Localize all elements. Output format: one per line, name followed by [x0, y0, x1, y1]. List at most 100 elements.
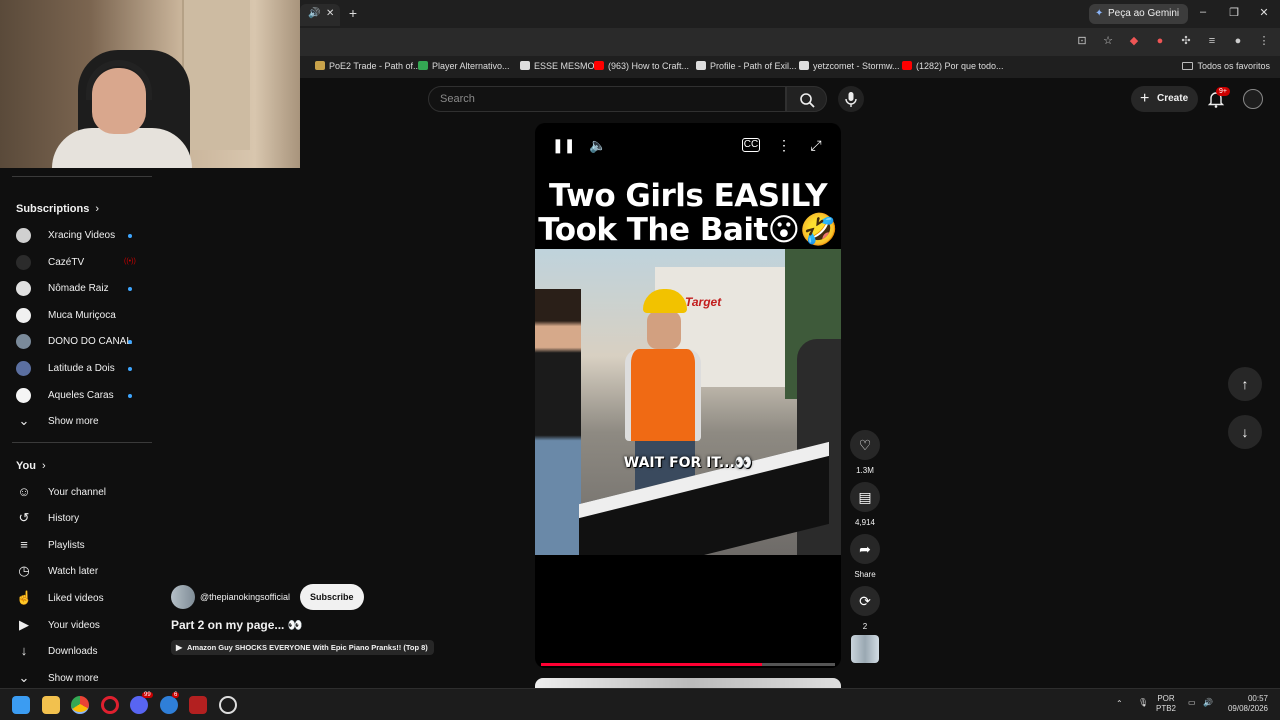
notifications-button[interactable]: 9+ — [1206, 87, 1230, 109]
tab-close-icon[interactable]: ✕ — [326, 8, 334, 19]
edge-icon[interactable] — [160, 696, 178, 714]
channel-avatar[interactable] — [171, 585, 195, 609]
extension-icon[interactable]: ● — [1154, 35, 1166, 47]
extension-icon[interactable]: ◆ — [1128, 35, 1140, 47]
show-more-subscriptions[interactable]: ⌄ Show more — [0, 408, 155, 434]
share-label: Share — [854, 570, 876, 579]
sidebar-item-your-videos[interactable]: ▶ Your videos — [0, 612, 155, 638]
like-button[interactable]: ♡ 1.3M — [849, 430, 881, 475]
subscription-label: Nômade Raiz — [48, 283, 109, 294]
volume-icon[interactable]: 🔊 — [1203, 698, 1213, 708]
subscriptions-title: Subscriptions — [16, 203, 90, 215]
bookmark-favicon — [418, 61, 428, 70]
subscription-label: CazéTV — [48, 257, 85, 268]
language-indicator[interactable]: POR PTB2 — [1156, 694, 1176, 714]
sidebar-item-playlists[interactable]: ≡ Playlists — [0, 532, 155, 558]
you-heading[interactable]: You › — [16, 460, 46, 472]
bookmark-item[interactable]: Player Alternativo... — [418, 61, 510, 71]
app-icon[interactable] — [219, 696, 237, 714]
sound-thumbnail[interactable] — [851, 635, 879, 663]
extensions-puzzle-icon[interactable]: ✣ — [1180, 35, 1192, 47]
subscription-item[interactable]: CazéTV ((•)) — [0, 249, 155, 275]
bookmark-favicon — [520, 61, 530, 70]
microphone-icon[interactable]: 🎙 — [1138, 698, 1148, 708]
bookmark-favicon — [799, 61, 809, 70]
media-controls-icon[interactable]: ≡ — [1206, 35, 1218, 47]
fullscreen-icon[interactable]: ⤢ — [806, 135, 826, 155]
search-button[interactable] — [786, 86, 827, 112]
chevron-down-icon: ⌄ — [18, 413, 30, 428]
clock[interactable]: 00:57 09/08/2026 — [1222, 694, 1268, 714]
ask-gemini-button[interactable]: ✦ Peça ao Gemini — [1089, 4, 1189, 24]
sidebar-item-label: History — [48, 513, 80, 524]
discord-icon[interactable] — [130, 696, 148, 714]
new-tab-button[interactable]: + — [346, 5, 360, 21]
bookmark-item[interactable]: Profile - Path of Exil... — [696, 61, 797, 71]
all-favorites-button[interactable]: Todos os favoritos — [1182, 61, 1270, 71]
bookmark-item[interactable]: (963) How to Craft... — [594, 61, 689, 71]
subscription-item[interactable]: Muca Muriçoca — [0, 302, 155, 328]
share-button[interactable]: ➦ Share — [849, 534, 881, 579]
minimize-button[interactable]: – — [1196, 6, 1210, 18]
progress-bar[interactable] — [541, 663, 835, 666]
pause-icon[interactable]: ❚❚ — [552, 135, 575, 155]
bookmark-star-icon[interactable]: ☆ — [1102, 35, 1114, 47]
subscription-item[interactable]: Nômade Raiz — [0, 275, 155, 301]
browser-menu-icon[interactable]: ⋮ — [1258, 35, 1270, 47]
remix-button[interactable]: ⟳ 2 — [849, 586, 881, 631]
next-short-button[interactable]: ↓ — [1228, 415, 1262, 449]
thumbs-up-icon: ☝ — [16, 590, 33, 605]
browser-tab-active[interactable]: 🔊 ✕ — [300, 4, 340, 26]
install-app-icon[interactable]: ⊡ — [1076, 35, 1088, 47]
bookmark-item[interactable]: (1282) Por que todo... — [902, 61, 1004, 71]
voice-search-button[interactable] — [838, 86, 864, 112]
heart-icon: ♡ — [850, 430, 880, 460]
close-window-button[interactable]: ✕ — [1257, 6, 1271, 19]
chevron-up-icon[interactable]: ⌃ — [1116, 699, 1123, 709]
create-button[interactable]: + Create — [1131, 86, 1199, 112]
chrome-icon[interactable] — [71, 696, 89, 714]
account-avatar[interactable] — [1243, 89, 1263, 109]
video-hardhat — [643, 289, 687, 313]
opera-icon[interactable] — [101, 696, 119, 714]
file-explorer-icon[interactable] — [42, 696, 60, 714]
shorts-player[interactable]: ❚❚ 🔈 CC ⋮ ⤢ Two Girls EASILY Took The Ba… — [535, 123, 841, 668]
sidebar-item-your-channel[interactable]: ☺ Your channel — [0, 479, 155, 505]
search-input[interactable]: Search — [428, 86, 786, 112]
next-short-preview[interactable] — [535, 678, 841, 688]
subscription-item[interactable]: Aqueles Caras — [0, 382, 155, 408]
subscription-label: Muca Muriçoca — [48, 310, 116, 321]
bookmark-item[interactable]: ESSE MESMO — [520, 61, 595, 71]
windows-start-icon[interactable] — [12, 696, 30, 714]
video-worker-vest — [625, 349, 701, 441]
subscription-item[interactable]: Latitude a Dois — [0, 355, 155, 381]
channel-name[interactable]: @thepianokingsofficial — [200, 592, 290, 602]
ask-gemini-label: Peça ao Gemini — [1108, 8, 1180, 19]
profile-icon[interactable]: ● — [1232, 35, 1244, 47]
subscriptions-heading[interactable]: Subscriptions › — [16, 203, 99, 215]
sidebar-item-liked-videos[interactable]: ☝ Liked videos — [0, 585, 155, 611]
sidebar: Subscriptions › Xracing Videos CazéTV ((•)… — [0, 168, 155, 688]
previous-short-button[interactable]: ↑ — [1228, 367, 1262, 401]
bookmark-item[interactable]: PoE2 Trade - Path of... — [315, 61, 421, 71]
subscription-item[interactable]: DONO DO CANAL — [0, 328, 155, 354]
captions-icon[interactable]: CC — [742, 138, 760, 152]
related-video-link[interactable]: ▶ Amazon Guy SHOCKS EVERYONE With Epic Pi… — [171, 640, 434, 655]
taskbar: 99 6 ⌃ 🎙 POR PTB2 ▭ 🔊 00:57 09/08/2026 — [0, 688, 1280, 720]
comments-button[interactable]: ▤ 4,914 — [849, 482, 881, 527]
download-icon: ↓ — [20, 643, 28, 658]
subscription-label: Latitude a Dois — [48, 363, 115, 374]
new-content-dot — [128, 340, 132, 344]
speaker-icon[interactable]: 🔊 — [308, 8, 320, 19]
restore-button[interactable]: ❐ — [1227, 6, 1241, 19]
sidebar-item-history[interactable]: ↺ History — [0, 505, 155, 531]
bookmark-item[interactable]: yetzcomet - Stormw... — [799, 61, 900, 71]
more-options-icon[interactable]: ⋮ — [774, 135, 794, 155]
sidebar-item-downloads[interactable]: ↓ Downloads — [0, 638, 155, 664]
subscription-item[interactable]: Xracing Videos — [0, 222, 155, 248]
subscribe-button[interactable]: Subscribe — [300, 584, 364, 610]
sidebar-item-watch-later[interactable]: ◷ Watch later — [0, 558, 155, 584]
volume-icon[interactable]: 🔈 — [588, 135, 608, 155]
network-icon[interactable]: ▭ — [1188, 698, 1196, 708]
app-icon[interactable] — [189, 696, 207, 714]
